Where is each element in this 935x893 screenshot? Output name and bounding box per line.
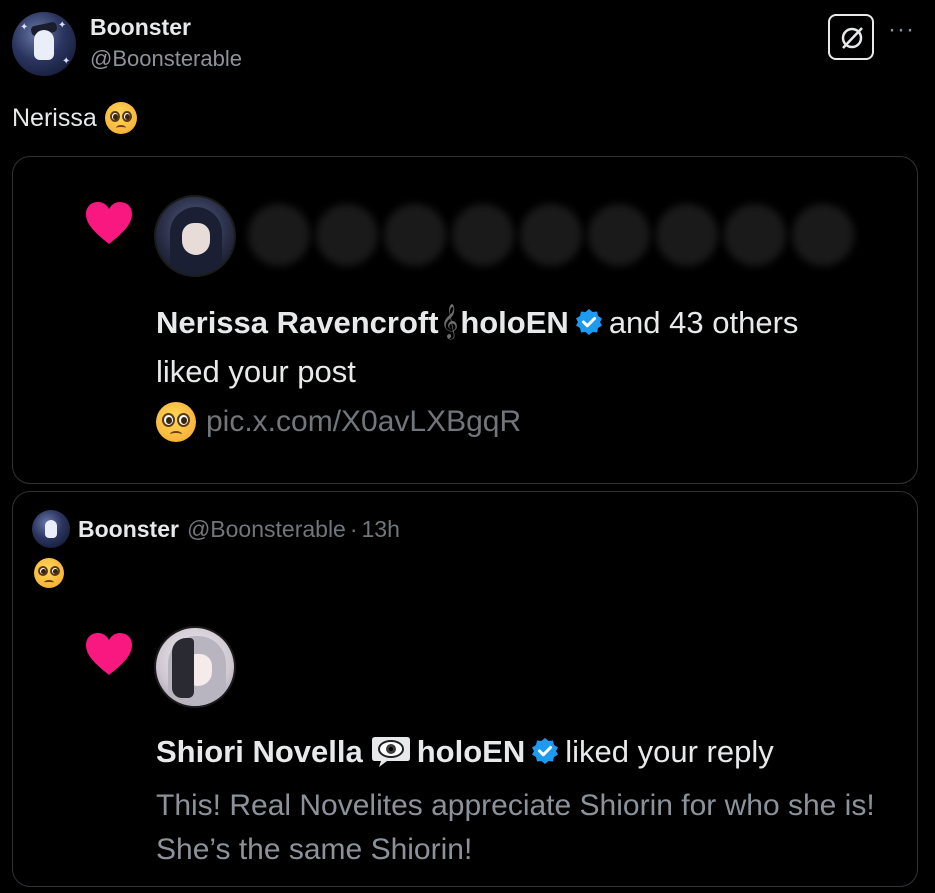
post-link-row: pic.x.com/X0avLXBgqR [156, 402, 521, 442]
author-avatar[interactable]: ✦ ✦ ✦ [12, 12, 76, 76]
verified-badge-icon [532, 737, 559, 764]
separator: · [349, 515, 358, 542]
eye-speech-icon [371, 736, 410, 767]
more-icon[interactable]: ··· [888, 18, 915, 42]
heart-icon [86, 633, 132, 675]
quoted-author-name[interactable]: Boonster [78, 516, 179, 543]
blurred-liker-avatars [248, 196, 858, 274]
timestamp[interactable]: 13h [362, 516, 400, 543]
quoted-post-header: Boonster @Boonsterable · 13h [32, 510, 400, 548]
quoted-author-avatar[interactable] [32, 510, 70, 548]
quoted-author-handle[interactable]: @Boonsterable [187, 516, 346, 543]
notification-title-reply: Shiori Novella holoEN liked your reply [156, 730, 774, 774]
others-count[interactable]: and 43 others [609, 305, 799, 340]
action-text: liked your post [156, 354, 356, 389]
author-name[interactable]: Boonster [90, 14, 191, 41]
liker-name[interactable]: Nerissa Ravencroft [156, 305, 439, 340]
liker-name[interactable]: Shiori Novella [156, 734, 363, 769]
pleading-face-emoji [104, 102, 137, 134]
pleading-face-emoji [156, 402, 196, 442]
liker-avatar-shiori[interactable] [154, 626, 236, 708]
post-link[interactable]: pic.x.com/X0avLXBgqR [206, 405, 521, 439]
post-text: Nerissa [12, 102, 137, 134]
author-handle[interactable]: @Boonsterable [90, 46, 242, 72]
liker-org[interactable]: holoEN [417, 734, 526, 769]
notification-title-post: Nerissa Ravencroft𝄞holoEN and 43 others l… [156, 300, 798, 394]
heart-icon [86, 202, 132, 244]
liker-avatar-nerissa[interactable] [154, 195, 236, 277]
reply-text[interactable]: This! Real Novelites appreciate Shiorin … [156, 784, 896, 872]
pleading-face-emoji [34, 558, 64, 588]
liker-org[interactable]: holoEN [460, 305, 569, 340]
grok-icon [841, 27, 863, 49]
verified-badge-icon [575, 309, 602, 335]
music-note-icon: 𝄞 [440, 305, 459, 338]
action-text: liked your reply [565, 734, 774, 769]
grok-button[interactable] [828, 14, 874, 60]
post-text-content: Nerissa [12, 103, 97, 132]
